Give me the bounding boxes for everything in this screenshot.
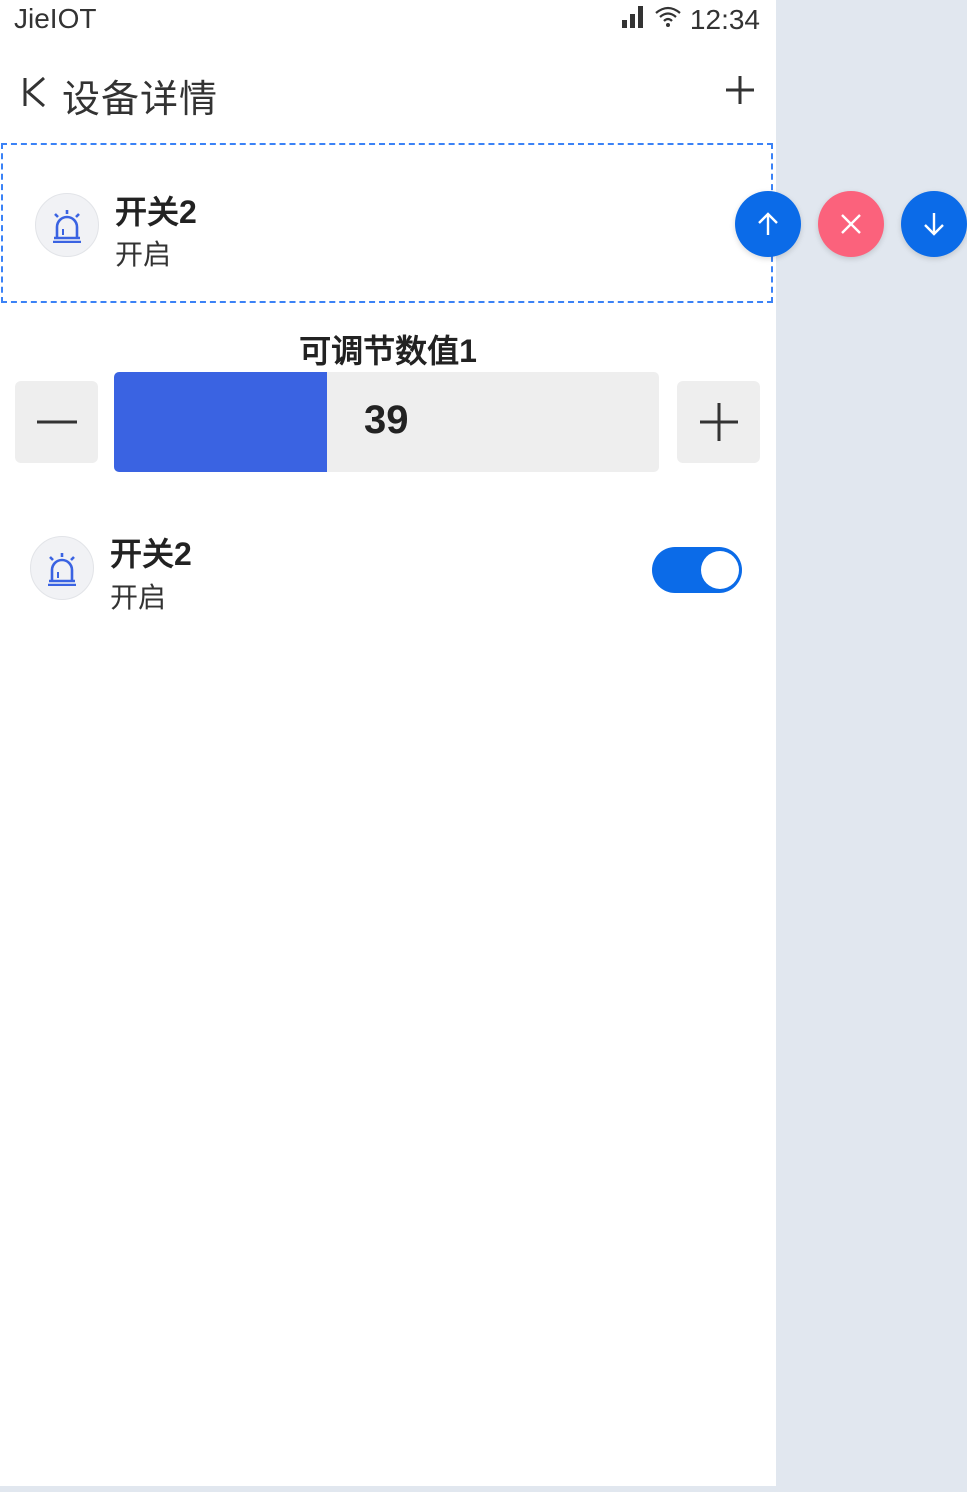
device-name: 开关2 (110, 536, 192, 572)
nav-bar: 设备详情 (0, 60, 776, 126)
selected-device-card[interactable]: 开关2 开启 (1, 143, 773, 303)
alarm-icon (35, 193, 99, 257)
carrier-name: JieIOT (14, 3, 97, 34)
power-toggle[interactable] (652, 547, 742, 593)
decrement-button[interactable] (15, 381, 98, 463)
close-icon (841, 214, 861, 234)
slider-label: 可调节数值1 (299, 333, 477, 369)
signal-icon (620, 3, 646, 36)
back-icon[interactable] (20, 74, 50, 110)
slider-value: 39 (364, 398, 409, 442)
move-up-button[interactable] (735, 191, 801, 257)
phone-screen: JieIOT 12:34 设备详情 开关2 开启 可调节数值1 39 开关2 开… (0, 0, 776, 1486)
clock: 12:34 (689, 3, 760, 35)
arrow-down-icon (924, 213, 944, 236)
arrow-up-icon (758, 212, 778, 235)
add-icon[interactable] (724, 74, 756, 106)
move-down-button[interactable] (901, 191, 967, 257)
toggle-knob (701, 551, 739, 589)
page-title: 设备详情 (62, 79, 219, 121)
wifi-icon (654, 4, 682, 36)
value-slider[interactable]: 39 (114, 372, 659, 472)
status-bar: JieIOT 12:34 (0, 0, 776, 40)
alarm-icon (30, 536, 94, 600)
plus-icon (699, 403, 738, 441)
device-state: 开启 (110, 582, 167, 613)
status-indicators: 12:34 (620, 3, 760, 36)
slider-fill (114, 372, 327, 472)
device-state: 开启 (115, 239, 172, 270)
minus-icon (36, 420, 77, 424)
delete-button[interactable] (818, 191, 884, 257)
device-name: 开关2 (115, 194, 197, 230)
increment-button[interactable] (677, 381, 760, 463)
